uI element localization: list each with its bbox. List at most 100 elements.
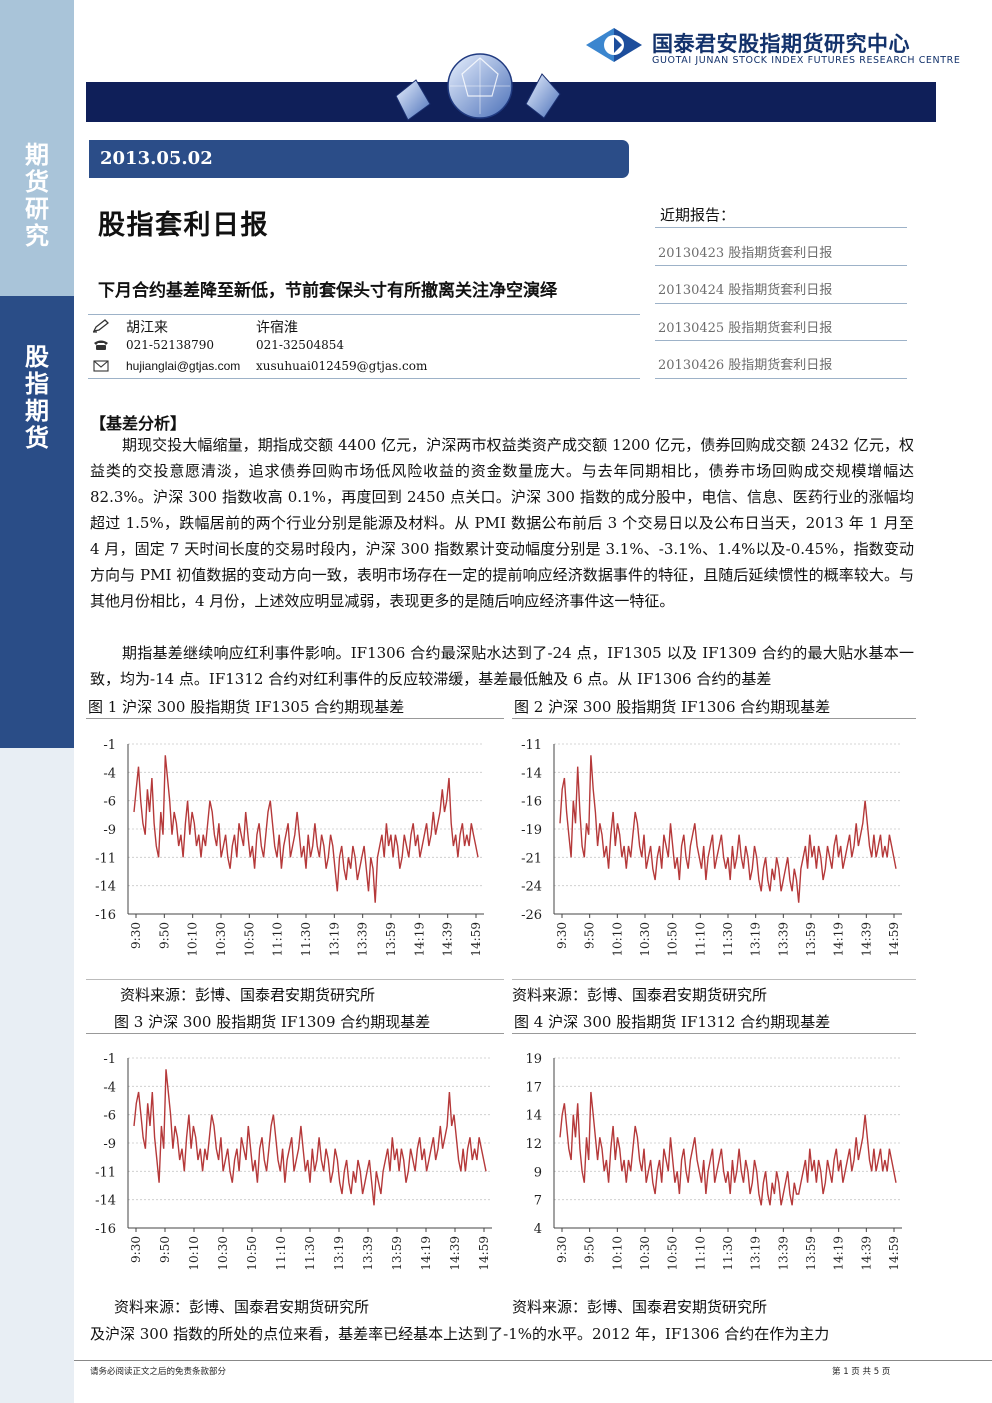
x-tick-label: 9:30 xyxy=(555,922,569,949)
body-paragraph: 及沪深 300 指数的所处的点位来看，基差率已经基本上达到了-1%的水平。201… xyxy=(90,1325,830,1343)
section-heading: 【基差分析】 xyxy=(90,414,187,433)
x-tick-label: 11:30 xyxy=(721,1236,735,1271)
x-tick-label: 9:30 xyxy=(129,922,143,949)
y-tick-label: -16 xyxy=(521,795,542,810)
y-tick-label: -6 xyxy=(103,795,116,810)
y-tick-label: -14 xyxy=(95,1194,116,1209)
x-tick-label: 9:50 xyxy=(583,1236,597,1263)
x-tick-label: 14:59 xyxy=(887,922,901,957)
y-tick-label: -11 xyxy=(521,738,542,753)
sidebar-label-futures-research: 期货研究 xyxy=(25,141,49,250)
author-email: hujianglai@gtjas.com xyxy=(126,359,241,373)
report-date: 2013.05.02 xyxy=(100,148,213,169)
y-tick-label: -1 xyxy=(103,1052,116,1067)
divider xyxy=(655,303,907,304)
x-tick-label: 14:39 xyxy=(441,922,455,957)
divider xyxy=(86,1033,504,1034)
sidebar-top-panel: 期货研究 xyxy=(0,0,74,296)
recent-report-link[interactable]: 20130423 股指期货套利日报 xyxy=(658,242,832,261)
figure-source: 资料来源：彭博、国泰君安期货研究所 xyxy=(512,1298,768,1316)
divider xyxy=(655,378,907,379)
x-tick-label: 13:39 xyxy=(776,1236,790,1271)
x-tick-label: 14:19 xyxy=(412,922,426,957)
x-tick-label: 10:30 xyxy=(638,1236,652,1271)
report-subtitle: 下月合约基差降至新低，节前套保头寸有所撤离关注净空演绎 xyxy=(98,281,557,301)
x-tick-label: 10:10 xyxy=(187,1236,201,1271)
org-name-cn: 国泰君安股指期货研究中心 xyxy=(652,32,910,56)
y-tick-label: -11 xyxy=(95,851,116,866)
x-tick-label: 10:50 xyxy=(245,1236,259,1271)
figure-caption: 图 1 沪深 300 股指期货 IF1305 合约期现基差 xyxy=(88,698,405,716)
footer-divider xyxy=(74,1360,992,1361)
author-email: xusuhuai012459@gtjas.com xyxy=(256,359,428,373)
basis-series-line xyxy=(133,1069,487,1206)
y-tick-label: -19 xyxy=(521,823,542,838)
chart-if1305-basis: -1 -4 -6 -9 -11 -14 -16 9:30 9:50 10:10 10:30 10:50… xyxy=(95,738,484,957)
y-tick-label: -21 xyxy=(521,851,542,866)
recent-report-link[interactable]: 20130424 股指期货套利日报 xyxy=(658,279,832,298)
org-name-en: GUOTAI JUNAN STOCK INDEX FUTURES RESEARC… xyxy=(652,55,961,66)
divider xyxy=(655,340,907,341)
y-tick-label: -14 xyxy=(521,766,542,781)
x-tick-label: 9:50 xyxy=(157,922,171,949)
x-tick-label: 10:50 xyxy=(666,922,680,957)
x-tick-label: 11:10 xyxy=(274,1236,288,1271)
diamond-graphic-icon xyxy=(395,53,561,121)
x-tick-label: 10:10 xyxy=(186,922,200,957)
y-tick-label: -1 xyxy=(103,738,116,753)
x-tick-label: 14:59 xyxy=(469,922,483,957)
y-tick-label: -4 xyxy=(103,1080,116,1095)
x-tick-label: 14:39 xyxy=(859,922,873,957)
recent-report-link[interactable]: 20130426 股指期货套利日报 xyxy=(658,354,832,373)
x-tick-label: 13:39 xyxy=(356,922,370,957)
x-tick-label: 11:10 xyxy=(271,922,285,957)
divider xyxy=(88,378,640,379)
figure-caption: 图 3 沪深 300 股指期货 IF1309 合约期现基差 xyxy=(114,1013,431,1031)
y-tick-label: -14 xyxy=(95,880,116,895)
divider xyxy=(86,718,504,719)
divider xyxy=(512,979,916,980)
x-tick-label: 11:30 xyxy=(721,922,735,957)
y-tick-label: -9 xyxy=(103,1137,116,1152)
divider xyxy=(655,227,907,228)
x-tick-label: 10:30 xyxy=(638,922,652,957)
y-tick-label: -6 xyxy=(103,1109,116,1124)
x-tick-label: 13:19 xyxy=(749,922,763,957)
x-tick-label: 14:59 xyxy=(477,1236,491,1271)
x-tick-label: 13:39 xyxy=(776,922,790,957)
divider xyxy=(512,1033,916,1034)
x-tick-label: 14:19 xyxy=(832,1236,846,1271)
footer-disclaimer: 请务必阅读正文之后的免责条款部分 xyxy=(90,1367,227,1377)
x-tick-label: 9:50 xyxy=(158,1236,172,1263)
y-tick-label: 9 xyxy=(534,1165,542,1180)
x-tick-label: 14:19 xyxy=(832,922,846,957)
x-tick-label: 10:30 xyxy=(214,922,228,957)
x-tick-label: 14:59 xyxy=(887,1236,901,1271)
figure-source: 资料来源：彭博、国泰君安期货研究所 xyxy=(512,986,768,1004)
sidebar-label-index-futures: 股指期货 xyxy=(25,343,49,452)
report-title: 股指套利日报 xyxy=(98,210,269,241)
x-tick-label: 13:39 xyxy=(361,1236,375,1271)
x-tick-label: 10:30 xyxy=(216,1236,230,1271)
chart-if1312-basis: 19 17 14 12 9 7 4 9:30 9:50 10:10 10:30 10:50 11:10 1… xyxy=(525,1052,902,1271)
sidebar-bottom-panel xyxy=(0,748,74,1403)
divider xyxy=(655,265,907,266)
x-tick-label: 10:50 xyxy=(666,1236,680,1271)
y-tick-label: 4 xyxy=(534,1222,542,1237)
figure-source: 资料来源：彭博、国泰君安期货研究所 xyxy=(120,986,376,1004)
x-tick-label: 13:59 xyxy=(384,922,398,957)
footer-page-number: 第 1 页 共 5 页 xyxy=(832,1367,891,1377)
y-tick-label: 12 xyxy=(525,1137,542,1152)
figure-source: 资料来源：彭博、国泰君安期货研究所 xyxy=(114,1298,370,1316)
y-tick-label: -11 xyxy=(95,1165,116,1180)
x-tick-label: 14:39 xyxy=(859,1236,873,1271)
x-tick-label: 13:59 xyxy=(804,1236,818,1271)
figure-caption: 图 4 沪深 300 股指期货 IF1312 合约期现基差 xyxy=(514,1013,831,1031)
phone-icon xyxy=(94,340,108,350)
recent-report-link[interactable]: 20130425 股指期货套利日报 xyxy=(658,317,832,336)
x-tick-label: 11:30 xyxy=(299,922,313,957)
y-tick-label: 19 xyxy=(525,1052,542,1067)
x-tick-label: 10:10 xyxy=(610,1236,624,1271)
y-tick-label: 7 xyxy=(534,1194,542,1209)
x-tick-label: 11:10 xyxy=(693,1236,707,1271)
